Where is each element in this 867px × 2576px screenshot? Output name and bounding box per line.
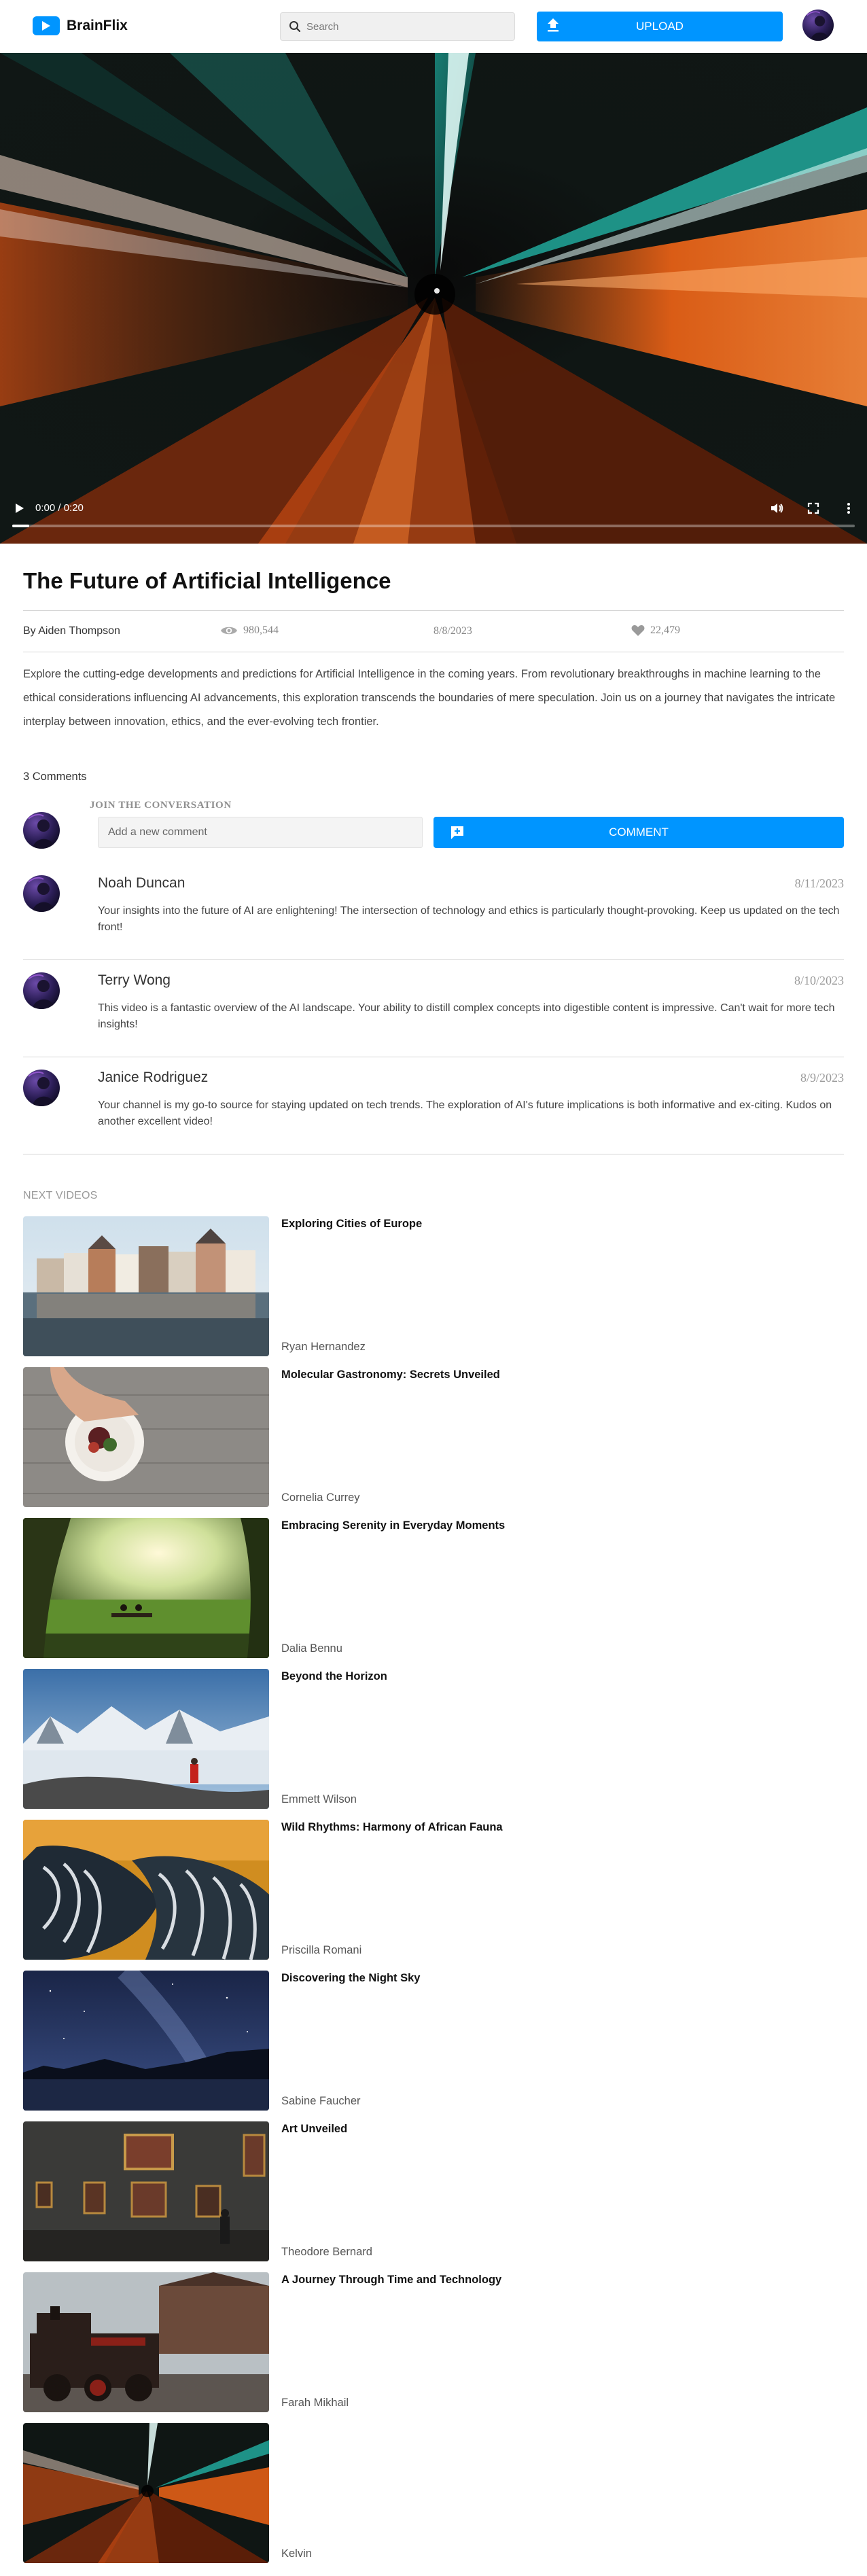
divider (23, 959, 844, 960)
commenter-avatar (23, 875, 60, 912)
next-video-author: Dalia Bennu (281, 1642, 342, 1655)
video-description: Explore the cutting-edge developments an… (23, 668, 836, 728)
video-thumbnail[interactable] (23, 1216, 269, 1356)
next-video-item[interactable]: Art Unveiled Theodore Bernard (23, 2121, 844, 2261)
next-video-author: Priscilla Romani (281, 1944, 362, 1956)
next-video-author: Kelvin (281, 2547, 312, 2560)
heart-icon (631, 625, 645, 636)
comment-button[interactable]: COMMENT (434, 817, 844, 848)
comment-date: 8/10/2023 (794, 974, 844, 987)
next-video-author: Farah Mikhail (281, 2397, 349, 2409)
next-video-title[interactable]: Molecular Gastronomy: Secrets Unveiled (281, 1369, 500, 1381)
search-icon (289, 21, 301, 33)
video-frame (0, 53, 867, 544)
search-input[interactable] (306, 20, 503, 33)
video-progress-bar[interactable] (12, 525, 855, 527)
video-thumbnail[interactable] (23, 1367, 269, 1507)
upload-date: 8/8/2023 (434, 625, 472, 637)
next-video-title[interactable]: Wild Rhythms: Harmony of African Fauna (281, 1821, 503, 1834)
fullscreen-icon[interactable] (806, 501, 821, 516)
user-avatar[interactable] (802, 10, 834, 41)
video-thumbnail[interactable] (23, 1971, 269, 2111)
views-count: 980,544 (220, 624, 279, 637)
comment-text: Your insights into the future of AI are … (98, 905, 840, 933)
next-video-author: Ryan Hernandez (281, 1341, 366, 1353)
comment-text: This video is a fantastic overview of th… (98, 1002, 835, 1030)
comment-author: Janice Rodriguez (98, 1070, 209, 1085)
video-author: By Aiden Thompson (23, 625, 120, 637)
play-logo-icon (33, 16, 60, 35)
commenter-avatar (23, 972, 60, 1009)
likes-value: 22,479 (650, 624, 680, 636)
comments-count: 3 Comments (23, 771, 87, 783)
comment-date: 8/9/2023 (800, 1071, 844, 1084)
next-video-title[interactable]: Exploring Cities of Europe (281, 1218, 422, 1231)
join-conversation-label: JOIN THE CONVERSATION (90, 800, 232, 811)
volume-icon[interactable] (769, 501, 784, 516)
next-video-author: Theodore Bernard (281, 2246, 372, 2258)
video-meta: By Aiden Thompson 980,544 8/8/2023 22,47… (23, 622, 844, 641)
views-value: 980,544 (243, 624, 279, 636)
comment-author: Noah Duncan (98, 875, 185, 891)
brand-logo[interactable]: BrainFlix (33, 14, 128, 38)
comment-button-label: COMMENT (609, 826, 669, 839)
add-comment-icon (451, 826, 463, 839)
comment-date: 8/11/2023 (794, 877, 844, 890)
likes-count[interactable]: 22,479 (631, 624, 680, 637)
next-video-title[interactable]: A Journey Through Time and Technology (281, 2274, 501, 2287)
video-thumbnail[interactable] (23, 1820, 269, 1960)
next-videos-heading: NEXT VIDEOS (23, 1190, 98, 1201)
upload-button[interactable]: UPLOAD (537, 12, 783, 41)
video-title: The Future of Artificial Intelligence (23, 568, 391, 593)
next-video-author: Emmett Wilson (281, 1793, 357, 1805)
current-user-avatar (23, 812, 60, 849)
next-video-item[interactable]: Embracing Serenity in Everyday Moments D… (23, 1518, 844, 1658)
video-thumbnail[interactable] (23, 1669, 269, 1809)
next-video-title[interactable]: Discovering the Night Sky (281, 1972, 420, 1985)
video-thumbnail[interactable] (23, 1518, 269, 1658)
site-header: BrainFlix UPLOAD (0, 0, 867, 53)
video-thumbnail[interactable] (23, 2121, 269, 2261)
video-thumbnail[interactable] (23, 2272, 269, 2412)
video-player[interactable]: 0:00 / 0:20 (0, 53, 867, 544)
brand-name: BrainFlix (67, 18, 128, 33)
next-video-title[interactable]: Embracing Serenity in Everyday Moments (281, 1519, 505, 1532)
next-video-item[interactable]: Kelvin (23, 2423, 844, 2563)
eye-icon (221, 627, 237, 635)
next-video-author: Sabine Faucher (281, 2095, 361, 2107)
comment-input[interactable] (98, 817, 423, 848)
video-thumbnail[interactable] (23, 2423, 269, 2563)
next-video-item[interactable]: Exploring Cities of Europe Ryan Hernande… (23, 1216, 844, 1356)
next-video-author: Cornelia Currey (281, 1492, 360, 1504)
play-icon[interactable] (12, 501, 26, 515)
next-video-title[interactable]: Beyond the Horizon (281, 1670, 387, 1683)
video-controls: 0:00 / 0:20 (0, 495, 867, 544)
comment-author: Terry Wong (98, 972, 171, 988)
next-video-title[interactable]: Art Unveiled (281, 2123, 347, 2136)
divider (23, 610, 844, 611)
next-video-item[interactable]: A Journey Through Time and Technology Fa… (23, 2272, 844, 2412)
next-video-item[interactable]: Beyond the Horizon Emmett Wilson (23, 1669, 844, 1809)
comment-text: Your channel is my go-to source for stay… (98, 1099, 832, 1127)
next-video-item[interactable]: Discovering the Night Sky Sabine Faucher (23, 1971, 844, 2111)
upload-icon (548, 18, 559, 32)
next-video-item[interactable]: Wild Rhythms: Harmony of African Fauna P… (23, 1820, 844, 1960)
video-time: 0:00 / 0:20 (35, 502, 84, 514)
video-progress-fill (12, 525, 29, 527)
commenter-avatar (23, 1070, 60, 1106)
more-options-icon[interactable] (841, 501, 856, 516)
next-video-item[interactable]: Molecular Gastronomy: Secrets Unveiled C… (23, 1367, 844, 1507)
search-bar[interactable] (280, 12, 515, 41)
upload-label: UPLOAD (636, 20, 684, 33)
